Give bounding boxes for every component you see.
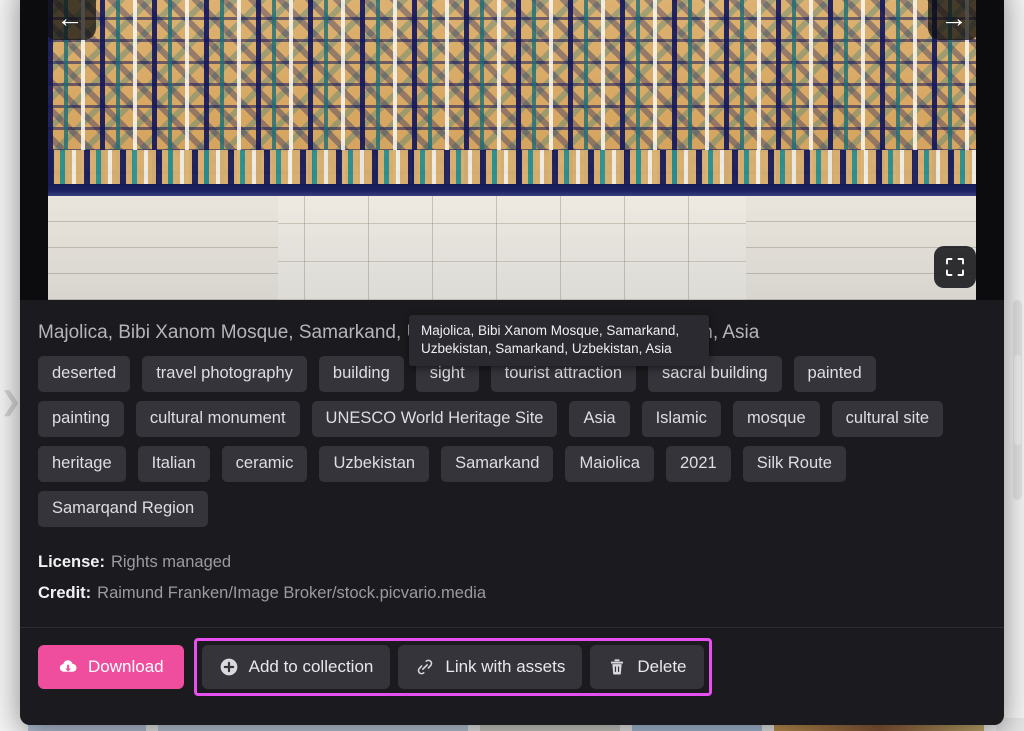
tile-rim (48, 184, 976, 196)
tag-item[interactable]: Samarqand Region (38, 491, 209, 527)
tag-item[interactable]: building (318, 356, 404, 392)
add-to-collection-label: Add to collection (248, 656, 374, 676)
tag-item[interactable]: painting (38, 401, 124, 437)
action-bar: Download Add to collection Link with ass… (20, 627, 1004, 705)
cloud-download-icon (59, 659, 77, 672)
modal-bottom-padding (20, 705, 1004, 725)
credit-value: Raimund Franken/Image Broker/stock.picva… (97, 584, 487, 602)
next-asset-button[interactable]: → (928, 0, 980, 40)
tag-item[interactable]: mosque (732, 401, 820, 437)
license-label: License: (38, 553, 105, 571)
tag-item[interactable]: painted (793, 356, 876, 392)
arrow-left-icon: ← (56, 3, 84, 33)
tag-item[interactable]: Uzbekistan (319, 446, 430, 482)
fullscreen-button[interactable] (934, 246, 976, 288)
asset-detail-modal: ← → Majolica, Bibi Xanom Mosque, Samarka… (20, 0, 1004, 725)
link-with-assets-label: Link with assets (445, 656, 566, 676)
link-icon (418, 659, 433, 674)
tag-item[interactable]: ceramic (221, 446, 308, 482)
asset-details: Majolica, Bibi Xanom Mosque, Samarkand, … (20, 300, 1004, 645)
tag-item[interactable]: Silk Route (742, 446, 846, 482)
tag-item[interactable]: cultural site (831, 401, 944, 437)
tag-item[interactable]: Islamic (641, 401, 721, 437)
license-value: Rights managed (110, 553, 232, 571)
tag-list: deserted travel photography building sig… (38, 356, 958, 527)
delete-label: Delete (637, 656, 687, 676)
tag-item[interactable]: Samarkand (441, 446, 554, 482)
tag-item[interactable]: Asia (569, 401, 630, 437)
tag-item[interactable]: Maiolica (565, 446, 654, 482)
fullscreen-icon (946, 258, 964, 276)
link-with-assets-button[interactable]: Link with assets (398, 644, 583, 689)
download-label: Download (88, 656, 164, 676)
download-button[interactable]: Download (38, 644, 184, 689)
plus-circle-icon (220, 658, 237, 675)
tile-border-band (48, 150, 976, 184)
delete-button[interactable]: Delete (590, 644, 704, 689)
tag-item[interactable]: UNESCO World Heritage Site (311, 401, 558, 437)
tag-item[interactable]: travel photography (142, 356, 307, 392)
tag-item[interactable]: 2021 (665, 446, 731, 482)
arrow-right-icon: → (940, 3, 968, 33)
chevron-right-icon[interactable]: ❯ (0, 388, 22, 414)
license-row: License: Rights managed (38, 553, 986, 572)
credit-row: Credit: Raimund Franken/Image Broker/stoc… (38, 584, 986, 603)
highlighted-action-group: Add to collection Link with assets Delet… (193, 637, 712, 696)
previous-asset-button[interactable]: ← (44, 0, 96, 40)
tag-item[interactable]: cultural monument (135, 401, 300, 437)
tag-item[interactable]: Italian (137, 446, 210, 482)
page-scrollbar[interactable] (1013, 300, 1022, 500)
tag-item[interactable]: deserted (38, 356, 131, 392)
tag-item[interactable]: heritage (38, 446, 126, 482)
marble-wall-left (48, 196, 278, 300)
asset-title-tooltip: Majolica, Bibi Xanom Mosque, Samarkand, … (409, 315, 709, 367)
add-to-collection-button[interactable]: Add to collection (201, 644, 391, 689)
trash-icon (611, 658, 624, 675)
image-viewer: ← → (20, 0, 1004, 300)
asset-image (48, 0, 976, 300)
asset-metadata: License: Rights managed Credit: Raimund Fr… (38, 553, 986, 603)
credit-label: Credit: (38, 584, 92, 602)
